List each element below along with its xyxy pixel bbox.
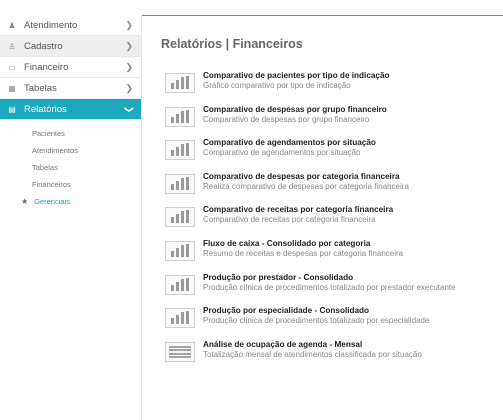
report-description: Resumo de receitas e despesas por catego…: [203, 248, 404, 258]
report-title: Fluxo de caixa - Consolidado por categor…: [203, 238, 371, 248]
star-icon: ★: [21, 197, 29, 206]
bar-chart-icon: [165, 140, 195, 161]
chevron-down-icon: ❯: [124, 105, 135, 114]
report-description: Comparativo de agendamentos por situação: [203, 148, 361, 158]
submenu-item-pacientes[interactable]: Pacientes: [0, 125, 141, 142]
chevron-right-icon: ❯: [125, 83, 133, 93]
person-icon: ♟: [8, 20, 16, 30]
report-item[interactable]: Comparativo de agendamentos por situação…: [161, 138, 497, 172]
table-icon: [165, 341, 195, 362]
sidebar-item-relatorios[interactable]: ▤ Relatórios ❯: [0, 99, 141, 120]
main-content: Relatórios | Financeiros Comparativo de …: [161, 37, 497, 373]
sidebar-item-cadastro[interactable]: ♙ Cadastro ❯: [0, 36, 141, 57]
report-title: Comparativo de despesas por grupo financ…: [203, 104, 387, 114]
chevron-right-icon: ❯: [125, 20, 133, 30]
sidebar-item-atendimento[interactable]: ♟ Atendimento ❯: [0, 15, 141, 36]
money-icon: ▭: [8, 62, 16, 72]
report-title: Produção por prestador - Consolidado: [203, 272, 354, 282]
bar-chart-icon: [165, 207, 195, 228]
chevron-right-icon: ❯: [125, 62, 133, 72]
report-item[interactable]: Comparativo de despesas por categoria fi…: [161, 172, 497, 206]
submenu-item-atendimentos[interactable]: Atendimentos: [0, 142, 141, 159]
header-divider: [142, 15, 503, 16]
submenu-item-gerenciais[interactable]: ★ Gerenciais: [0, 193, 141, 210]
report-title: Produção por especialidade - Consolidado: [203, 306, 370, 316]
report-item[interactable]: Fluxo de caixa - Consolidado por categor…: [161, 239, 497, 273]
bar-chart-icon: [165, 106, 195, 127]
sidebar-item-financeiro[interactable]: ▭ Financeiro ❯: [0, 57, 141, 78]
report-title: Análise de ocupação de agenda - Mensal: [203, 339, 363, 349]
report-title: Comparativo de receitas por categoria fi…: [203, 205, 394, 215]
report-description: Totalização mensal de atendimentos class…: [203, 349, 422, 359]
bar-chart-icon: [165, 308, 195, 329]
chevron-right-icon: ❯: [125, 41, 133, 51]
report-item[interactable]: Produção por especialidade - Consolidado…: [161, 306, 497, 340]
bar-chart-icon: [165, 240, 195, 261]
report-description: Realiza comparativo de despesas por cate…: [203, 181, 409, 191]
report-title: Comparativo de despesas por categoria fi…: [203, 171, 400, 181]
sidebar-item-label: Cadastro: [24, 40, 63, 52]
page-title: Relatórios | Financeiros: [161, 37, 303, 51]
document-icon: ▤: [8, 104, 16, 114]
report-item[interactable]: Comparativo de pacientes por tipo de ind…: [161, 71, 497, 105]
report-description: Produção clínica de procedimentos totali…: [203, 282, 456, 292]
report-item[interactable]: Comparativo de despesas por grupo financ…: [161, 105, 497, 139]
report-item[interactable]: Análise de ocupação de agenda - Mensal T…: [161, 340, 497, 374]
user-add-icon: ♙: [8, 41, 16, 51]
sidebar-item-label: Atendimento: [24, 19, 78, 31]
sidebar-item-label: Relatórios: [24, 103, 67, 115]
report-title: Comparativo de pacientes por tipo de ind…: [203, 71, 390, 80]
report-item[interactable]: Comparativo de receitas por categoria fi…: [161, 205, 497, 239]
submenu-item-financeiros[interactable]: Financeiros: [0, 176, 141, 193]
sidebar-item-label: Tabelas: [24, 82, 57, 94]
sidebar-item-label: Financeiro: [24, 61, 69, 73]
report-description: Gráfico comparativo por tipo de indicaçã…: [203, 81, 351, 90]
report-description: Produção clínica de procedimentos totali…: [203, 316, 430, 326]
sidebar-item-tabelas[interactable]: ▦ Tabelas ❯: [0, 78, 141, 99]
sidebar: ♟ Atendimento ❯ ♙ Cadastro ❯ ▭ Financeir…: [0, 15, 142, 420]
report-title: Comparativo de agendamentos por situação: [203, 138, 376, 148]
submenu-item-tabelas[interactable]: Tabelas: [0, 159, 141, 176]
submenu-item-label: Gerenciais: [34, 197, 71, 206]
bar-chart-icon: [165, 173, 195, 194]
report-description: Comparativo de despesas por grupo financ…: [203, 114, 370, 124]
bar-chart-icon: [165, 73, 195, 93]
grid-icon: ▦: [8, 83, 16, 93]
report-description: Comparativo de receitas por categoria fi…: [203, 215, 376, 225]
report-item[interactable]: Produção por prestador - Consolidado Pro…: [161, 273, 497, 307]
bar-chart-icon: [165, 274, 195, 295]
